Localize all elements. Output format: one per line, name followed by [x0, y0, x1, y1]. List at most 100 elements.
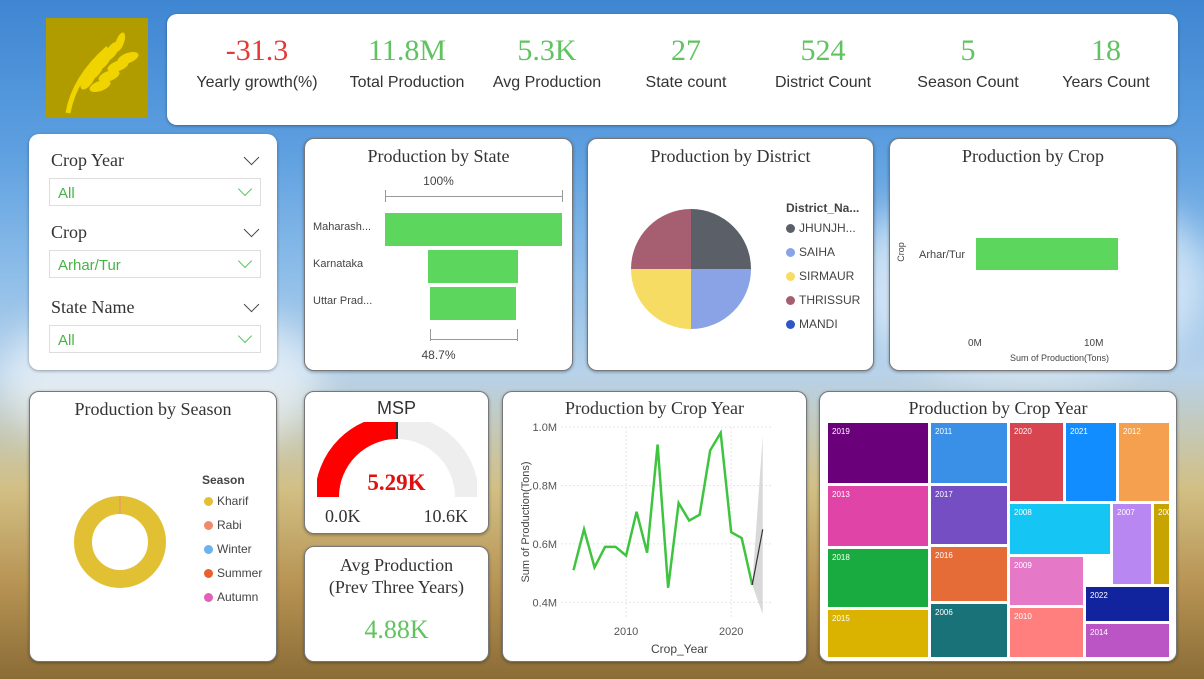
- treemap-cell-2017[interactable]: 2017: [930, 485, 1008, 545]
- legend-item[interactable]: SIRMAUR: [786, 269, 854, 283]
- treemap-cell-2015[interactable]: 2015: [827, 609, 929, 658]
- treemap-cell-2022[interactable]: 2022: [1085, 586, 1170, 622]
- treemap-cell-label: 2017: [935, 490, 953, 499]
- kpi-label: State count: [645, 74, 727, 91]
- x-tick: 2010: [614, 626, 638, 638]
- x-axis-label: Crop_Year: [651, 642, 708, 656]
- season-donut-chart[interactable]: [70, 492, 170, 592]
- season-donut-card[interactable]: Production by Season Season Kharif Rabi Wi…: [29, 391, 277, 662]
- legend-item[interactable]: SAIHA: [786, 245, 835, 259]
- legend-title: Season: [202, 473, 245, 487]
- funnel-bottom-percent: 48.7%: [421, 348, 456, 362]
- legend-dot: [786, 248, 795, 257]
- district-pie-chart[interactable]: [621, 199, 761, 339]
- pie-slice-saiha[interactable]: [691, 269, 751, 329]
- treemap-cell-2019[interactable]: 2019: [827, 422, 929, 484]
- treemap-cell-2005[interactable]: 2005: [1153, 503, 1176, 585]
- line-chart[interactable]: 1.0M 0.8M 0.6M 0.4M 2010 2020: [503, 392, 803, 652]
- pie-slice-sirmaur[interactable]: [631, 269, 691, 329]
- y-tick: 0.4M: [533, 597, 557, 609]
- treemap-cell-2010[interactable]: 2010: [1009, 607, 1084, 658]
- kpi-yearly-growth: -31.3 Yearly growth(%): [187, 34, 327, 92]
- treemap-cell-2021[interactable]: 2021: [1065, 422, 1117, 502]
- legend-label: THRISSUR: [799, 293, 861, 307]
- kpi-value: 5: [960, 34, 976, 67]
- treemap-cell-label: 2010: [1014, 612, 1032, 621]
- legend-label: MANDI: [799, 317, 838, 331]
- donut-slice-kharif[interactable]: [74, 496, 166, 588]
- treemap-cell-2009[interactable]: 2009: [1009, 556, 1084, 606]
- treemap-cell-label: 2005: [1158, 508, 1176, 517]
- crop-bar-card[interactable]: Production by Crop Crop Arhar/Tur 0M 10M…: [889, 138, 1177, 371]
- legend-item[interactable]: Winter: [204, 542, 252, 556]
- chevron-down-icon[interactable]: [243, 221, 260, 238]
- legend-dot: [204, 497, 213, 506]
- slicer-dropdown-state-name[interactable]: All: [49, 325, 261, 353]
- year-line-card[interactable]: Production by Crop Year 1.0M 0.8M 0.6M 0.4M…: [502, 391, 807, 662]
- treemap-cell-label: 2007: [1117, 508, 1135, 517]
- legend-label: Summer: [217, 566, 263, 580]
- legend-item[interactable]: Kharif: [204, 494, 248, 508]
- treemap-cell-label: 2016: [935, 551, 953, 560]
- treemap-cell-label: 2018: [832, 553, 850, 562]
- legend-item[interactable]: Autumn: [204, 590, 258, 604]
- slicer-dropdown-crop[interactable]: Arhar/Tur: [49, 250, 261, 278]
- treemap-cell-2012[interactable]: 2012: [1118, 422, 1170, 502]
- treemap-cell-label: 2020: [1014, 427, 1032, 436]
- y-tick: 0.6M: [533, 539, 557, 551]
- legend-label: SIRMAUR: [799, 269, 855, 283]
- legend-dot: [786, 272, 795, 281]
- treemap-cell-2014[interactable]: 2014: [1085, 623, 1170, 658]
- bracket-tick: [562, 190, 563, 202]
- treemap-card[interactable]: Production by Crop Year 2019 2011 2020 2021…: [819, 391, 1177, 662]
- funnel-label: Karnataka: [313, 258, 364, 270]
- crop-bar-arhar[interactable]: [976, 238, 1118, 270]
- legend-dot: [204, 569, 213, 578]
- funnel-bar[interactable]: [427, 250, 519, 283]
- treemap-cell-label: 2009: [1014, 561, 1032, 570]
- legend-dot: [204, 521, 213, 530]
- treemap-cell-2006[interactable]: 2006: [930, 603, 1008, 658]
- bracket-tick: [430, 329, 431, 341]
- treemap-cell-2007[interactable]: 2007: [1112, 503, 1152, 585]
- kpi-value: 27: [671, 34, 701, 67]
- district-pie-card[interactable]: Production by District District_Na... JH…: [587, 138, 874, 371]
- legend-item[interactable]: THRISSUR: [786, 293, 860, 307]
- pie-slice-thrissur[interactable]: [631, 209, 691, 269]
- slicer-panel: Crop Year All Crop Arhar/Tur State Name …: [29, 134, 277, 370]
- treemap-cell-2011[interactable]: 2011: [930, 422, 1008, 484]
- gauge-title: MSP: [376, 398, 416, 418]
- funnel-bar[interactable]: [429, 287, 517, 320]
- kpi-label: District Count: [774, 74, 872, 91]
- state-funnel-card[interactable]: Production by State 100% Maharash... Karn…: [304, 138, 573, 371]
- legend-item[interactable]: MANDI: [786, 317, 838, 331]
- kpi-value: 524: [800, 34, 846, 67]
- forecast-band: [752, 435, 763, 615]
- pie-slice-jhunjh[interactable]: [691, 209, 751, 269]
- legend-item[interactable]: JHUNJH...: [786, 221, 856, 235]
- treemap-cell-label: 2013: [832, 490, 850, 499]
- chevron-down-icon[interactable]: [243, 149, 260, 166]
- series-line[interactable]: [572, 428, 754, 588]
- slicer-title-state-name: State Name: [51, 297, 135, 317]
- x-axis-label: Sum of Production(Tons): [1010, 353, 1110, 363]
- funnel-bar[interactable]: [384, 213, 562, 246]
- legend-label: Rabi: [217, 518, 242, 532]
- treemap-cell-2013[interactable]: 2013: [827, 485, 929, 547]
- treemap-cell-2008[interactable]: 2008: [1009, 503, 1111, 555]
- treemap-cell-2016[interactable]: 2016: [930, 546, 1008, 602]
- slicer-dropdown-crop-year[interactable]: All: [49, 178, 261, 206]
- chevron-down-icon[interactable]: [243, 296, 260, 313]
- category-label: Arhar/Tur: [919, 249, 966, 261]
- legend-item[interactable]: Summer: [204, 566, 262, 580]
- legend-dot: [204, 593, 213, 602]
- chart-title: Production by Season: [74, 399, 232, 419]
- msp-gauge-card[interactable]: MSP 5.29K 0.0K 10.6K: [304, 391, 489, 534]
- y-tick: 1.0M: [533, 422, 557, 434]
- legend-item[interactable]: Rabi: [204, 518, 242, 532]
- kpi-total-production: 11.8M Total Production: [337, 34, 477, 92]
- treemap-cell-2018[interactable]: 2018: [827, 548, 929, 608]
- treemap[interactable]: 2019 2011 2020 2021 2012 2013 2017 2018 2016 2008…: [827, 422, 1176, 658]
- treemap-cell-2020[interactable]: 2020: [1009, 422, 1064, 502]
- kpi-value: 18: [1091, 34, 1121, 67]
